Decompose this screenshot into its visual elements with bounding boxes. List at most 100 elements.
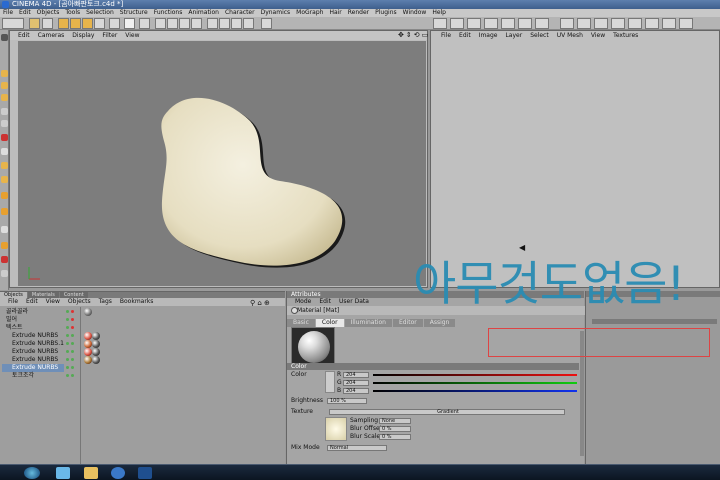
phong-tag-icon[interactable] bbox=[92, 340, 100, 348]
nurbs-icon[interactable] bbox=[167, 18, 178, 29]
brush-tool-icon[interactable] bbox=[1, 208, 8, 215]
visibility-dots[interactable] bbox=[66, 340, 78, 348]
search-icon[interactable]: ⚲ ⌂ ⊕ bbox=[250, 299, 270, 307]
object-row[interactable]: 밀어 bbox=[2, 316, 64, 324]
view-icon[interactable] bbox=[1, 34, 8, 41]
folder-icon[interactable] bbox=[84, 467, 98, 479]
object-row[interactable]: Extrude NURBS bbox=[2, 356, 64, 364]
material-tag-icon[interactable] bbox=[535, 18, 549, 29]
texture-menu-uv-mesh[interactable]: UV Mesh bbox=[553, 31, 587, 40]
snap-icon[interactable] bbox=[1, 176, 8, 183]
live-selection-icon[interactable] bbox=[29, 18, 40, 29]
texture-menu-edit[interactable]: Edit bbox=[455, 31, 475, 40]
camera-icon[interactable] bbox=[231, 18, 242, 29]
editor-visibility-icon[interactable] bbox=[66, 374, 69, 377]
points-mode-icon[interactable] bbox=[1, 70, 8, 77]
viewport-canvas[interactable] bbox=[18, 41, 426, 286]
subtab-illumination[interactable]: Illumination bbox=[344, 319, 392, 327]
visibility-dots[interactable] bbox=[66, 372, 78, 380]
scale-icon[interactable] bbox=[58, 18, 69, 29]
objects-menu-objects[interactable]: Objects bbox=[64, 298, 95, 306]
viewport-menu-display[interactable]: Display bbox=[68, 31, 98, 40]
objects-menu-view[interactable]: View bbox=[42, 298, 64, 306]
edit-render-icon[interactable] bbox=[124, 18, 135, 29]
brightness-field[interactable]: 100 % bbox=[327, 398, 367, 404]
render-visibility-icon[interactable] bbox=[71, 350, 74, 353]
menu-functions[interactable]: Functions bbox=[151, 9, 186, 17]
objects-menu-file[interactable]: File bbox=[4, 298, 22, 306]
layout-icon[interactable] bbox=[261, 18, 272, 29]
menu-animation[interactable]: Animation bbox=[185, 9, 222, 17]
layout-switch-icon[interactable] bbox=[679, 18, 693, 29]
r-field[interactable]: 204 bbox=[343, 372, 369, 378]
array-icon[interactable] bbox=[191, 18, 202, 29]
eraser-icon[interactable] bbox=[594, 18, 608, 29]
viewport-nav-icons[interactable]: ✥⇕⟲▭ bbox=[398, 32, 430, 39]
menu-hair[interactable]: Hair bbox=[326, 9, 344, 17]
extruded-shape[interactable] bbox=[150, 91, 350, 271]
visibility-dots[interactable] bbox=[66, 308, 78, 316]
object-row[interactable]: Extrude NURBS bbox=[2, 364, 64, 372]
visibility-dots[interactable] bbox=[66, 332, 78, 340]
object-row[interactable]: 토크조각 bbox=[2, 372, 64, 380]
subtab-color[interactable]: Color bbox=[315, 319, 344, 327]
texture-menu-layer[interactable]: Layer bbox=[501, 31, 526, 40]
menu-help[interactable]: Help bbox=[429, 9, 449, 17]
visibility-dots[interactable] bbox=[66, 316, 78, 324]
editor-visibility-icon[interactable] bbox=[66, 358, 69, 361]
object-row[interactable]: 텍스트 bbox=[2, 324, 64, 332]
viewport-menu-cameras[interactable]: Cameras bbox=[34, 31, 69, 40]
object-mode-icon[interactable] bbox=[1, 120, 8, 127]
stamp-icon[interactable] bbox=[645, 18, 659, 29]
start-icon[interactable] bbox=[24, 467, 40, 479]
mix-mode-dropdown[interactable]: Normal bbox=[327, 445, 387, 451]
menu-render[interactable]: Render bbox=[345, 9, 372, 17]
axis-x-icon[interactable] bbox=[82, 18, 93, 29]
paint-icon[interactable] bbox=[577, 18, 591, 29]
b-field[interactable]: 204 bbox=[343, 388, 369, 394]
subtab-assign[interactable]: Assign bbox=[423, 319, 456, 327]
brush-icon[interactable] bbox=[560, 18, 574, 29]
material-preview[interactable] bbox=[291, 327, 335, 365]
uv-mode-icon[interactable] bbox=[484, 18, 498, 29]
menu-mograph[interactable]: MoGraph bbox=[293, 9, 326, 17]
attributes-menu-edit[interactable]: Edit bbox=[315, 298, 335, 306]
render-visibility-icon[interactable] bbox=[71, 358, 74, 361]
object-row[interactable]: Extrude NURBS bbox=[2, 348, 64, 356]
phong-tag-icon[interactable] bbox=[92, 348, 100, 356]
viewport-menu-view[interactable]: View bbox=[121, 31, 143, 40]
editor-visibility-icon[interactable] bbox=[66, 318, 69, 321]
phong-tag-icon[interactable] bbox=[92, 356, 100, 364]
blur-offset-field[interactable]: 0 % bbox=[379, 426, 411, 432]
cube-icon[interactable] bbox=[155, 18, 166, 29]
menu-tools[interactable]: Tools bbox=[62, 9, 83, 17]
b-slider[interactable] bbox=[373, 390, 577, 392]
uv-points-icon[interactable] bbox=[450, 18, 464, 29]
texture-menu-file[interactable]: File bbox=[437, 31, 455, 40]
uv-grid-icon[interactable] bbox=[501, 18, 515, 29]
texture-preview[interactable] bbox=[325, 417, 347, 441]
scene-icon[interactable] bbox=[219, 18, 230, 29]
objects-menu-tags[interactable]: Tags bbox=[95, 298, 116, 306]
object-row[interactable]: 골라골라 bbox=[2, 308, 64, 316]
layer-row[interactable] bbox=[592, 319, 717, 324]
g-field[interactable]: 204 bbox=[343, 380, 369, 386]
r-slider[interactable] bbox=[373, 374, 577, 376]
menu-file[interactable]: File bbox=[0, 9, 16, 17]
move-icon[interactable] bbox=[42, 18, 53, 29]
subtab-editor[interactable]: Editor bbox=[392, 319, 423, 327]
objects-menu-bookmarks[interactable]: Bookmarks bbox=[116, 298, 158, 306]
tweak-mode-icon[interactable] bbox=[1, 162, 8, 169]
undo-button[interactable] bbox=[2, 18, 24, 29]
magnet-icon[interactable] bbox=[1, 192, 8, 199]
uv-edges-icon[interactable] bbox=[467, 18, 481, 29]
subtab-basic[interactable]: Basic bbox=[287, 319, 315, 327]
attributes-menu-user-data[interactable]: User Data bbox=[335, 298, 373, 306]
render-visibility-icon[interactable] bbox=[71, 366, 74, 369]
render-visibility-icon[interactable] bbox=[71, 310, 74, 313]
color-swatch[interactable] bbox=[325, 371, 335, 393]
texture-mode-icon[interactable] bbox=[1, 134, 8, 141]
menu-edit[interactable]: Edit bbox=[16, 9, 34, 17]
menu-selection[interactable]: Selection bbox=[83, 9, 117, 17]
g-slider[interactable] bbox=[373, 382, 577, 384]
